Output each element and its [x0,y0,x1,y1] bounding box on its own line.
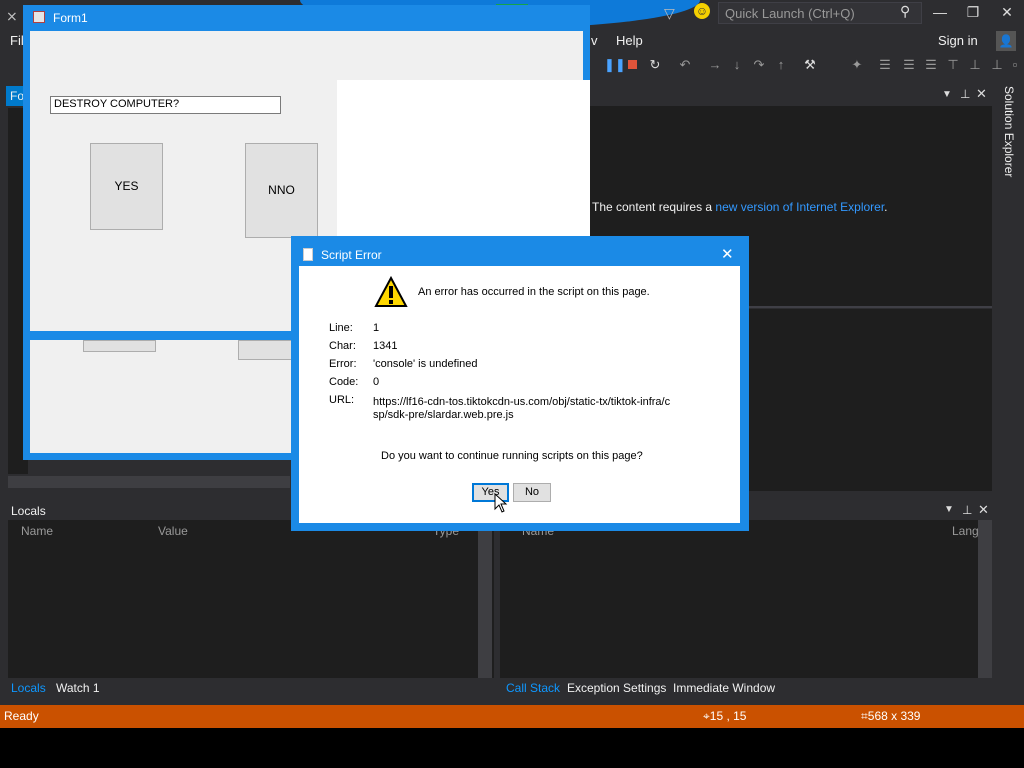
stop-icon[interactable] [628,60,637,69]
tab-locals[interactable]: Locals [11,681,46,695]
align-right-icon[interactable]: ☰ [924,57,938,73]
yes-button[interactable]: YES [90,143,163,230]
restart-icon[interactable]: ↻ [648,57,662,73]
locals-title: Locals [11,504,46,518]
callstack-pin-icon[interactable]: ⊥ [962,503,972,517]
status-position: ⌖15 , 15 [703,709,746,724]
callstack-scrollbar[interactable] [978,520,992,678]
hot-reload-icon[interactable]: ⚒ [803,57,817,73]
field-label-url: URL: [329,394,355,406]
status-ready: Ready [4,709,39,723]
editor-horizontal-scrollbar[interactable] [8,476,290,488]
callstack-close-icon[interactable]: ✕ [978,502,989,518]
locals-col-value[interactable]: Value [158,524,188,538]
yes-button-ghost [83,340,156,352]
show-next-statement-icon[interactable]: ↶ [678,57,692,73]
dialog-no-button[interactable]: No [513,483,551,502]
field-value-char: 1341 [373,340,398,352]
restore-icon[interactable]: ❐ [962,4,984,24]
nno-button[interactable]: NNO [245,143,318,238]
locals-col-name[interactable]: Name [21,524,53,538]
browser-message-period: . [884,200,888,214]
dialog-close-icon[interactable]: ✕ [721,245,734,263]
callstack-panel: Name Lang [500,520,992,678]
tab-watch-1[interactable]: Watch 1 [56,681,100,695]
field-label-error: Error: [329,358,357,370]
internet-explorer-link[interactable]: new version of Internet Explorer [715,200,884,214]
menu-file[interactable]: Fil [10,33,24,48]
step-out-icon[interactable]: ↑ [774,57,788,72]
visual-studio-logo-icon: ⨯ [6,8,18,24]
close-window-icon[interactable]: ✕ [996,4,1018,24]
step-over-icon[interactable]: ↷ [752,57,766,73]
filter-notification-icon[interactable]: ▽ [664,5,675,22]
form1-title: Form1 [53,11,88,25]
quick-launch-input[interactable]: Quick Launch (Ctrl+Q) [718,2,922,24]
feedback-smiley-icon[interactable]: ☺ [694,3,710,19]
field-label-code: Code: [329,376,359,388]
callstack-col-lang[interactable]: Lang [952,524,979,538]
align-bottom-icon[interactable]: ⊥ [990,57,1004,73]
menu-view[interactable]: v [591,33,598,48]
document-icon [303,248,313,261]
align-left-icon[interactable]: ☰ [878,57,892,73]
field-value-line: 1 [373,322,380,334]
form-app-icon [33,11,45,23]
tab-exception-settings[interactable]: Exception Settings [567,681,666,695]
search-icon[interactable]: ⚲ [900,3,910,20]
close-panel-icon[interactable]: ✕ [976,86,987,102]
destroy-computer-textbox[interactable]: DESTROY COMPUTER? [50,96,281,114]
field-value-error: 'console' is undefined [373,358,478,370]
minimize-icon[interactable]: — [929,4,951,24]
field-label-line: Line: [329,322,353,334]
warning-icon [374,276,408,307]
pin-icon[interactable]: ⊥ [960,87,970,101]
error-message: An error has occurred in the script on t… [418,286,650,298]
field-label-char: Char: [329,340,356,352]
more-tools-icon[interactable]: ▫ [1008,57,1022,72]
sign-in-link[interactable]: Sign in [938,33,978,48]
field-value-url: https://lf16-cdn-tos.tiktokcdn-us.com/ob… [373,396,671,421]
mouse-cursor-icon [494,493,508,513]
locals-panel: Name Value Type [8,520,494,678]
field-value-code: 0 [373,376,380,388]
cursor-position-icon: ⌖ [703,709,710,723]
tab-call-stack[interactable]: Call Stack [506,681,560,695]
step-icon[interactable]: → [708,57,722,72]
avatar-icon[interactable]: 👤 [996,31,1016,51]
status-bar: Ready ⌖15 , 15 ⌗568 x 339 [0,705,1024,728]
status-position-text: 15 , 15 [709,709,747,723]
breakpoint-toggle-icon[interactable]: ✦ [850,57,864,73]
step-into-icon[interactable]: ↓ [730,57,744,72]
browser-message: The content requires a new version of In… [592,200,888,214]
locals-scrollbar[interactable] [478,520,492,678]
align-top-icon[interactable]: ⊤ [946,57,960,73]
dialog-body: An error has occurred in the script on t… [299,266,740,523]
menu-help[interactable]: Help [616,33,643,48]
status-size-text: 568 x 339 [867,709,921,723]
align-middle-icon[interactable]: ⊥ [968,57,982,73]
status-size: ⌗568 x 339 [861,709,920,724]
script-error-dialog: Script Error ✕ An error has occurred in … [291,236,749,531]
solution-explorer-tab[interactable]: Solution Explorer [998,86,1016,186]
align-center-icon[interactable]: ☰ [902,57,916,73]
callstack-dropdown-icon[interactable]: ▼ [944,504,954,515]
tab-immediate-window[interactable]: Immediate Window [673,681,775,695]
browser-message-text: The content requires a [592,200,716,214]
selection-size-icon: ⌗ [861,709,868,723]
continue-question: Do you want to continue running scripts … [381,450,643,462]
dropdown-icon[interactable]: ▼ [942,89,952,100]
pause-icon[interactable]: ❚❚ [604,57,626,73]
panel-header: ▼ ⊥ ✕ [590,86,992,106]
dialog-title: Script Error [321,248,382,262]
